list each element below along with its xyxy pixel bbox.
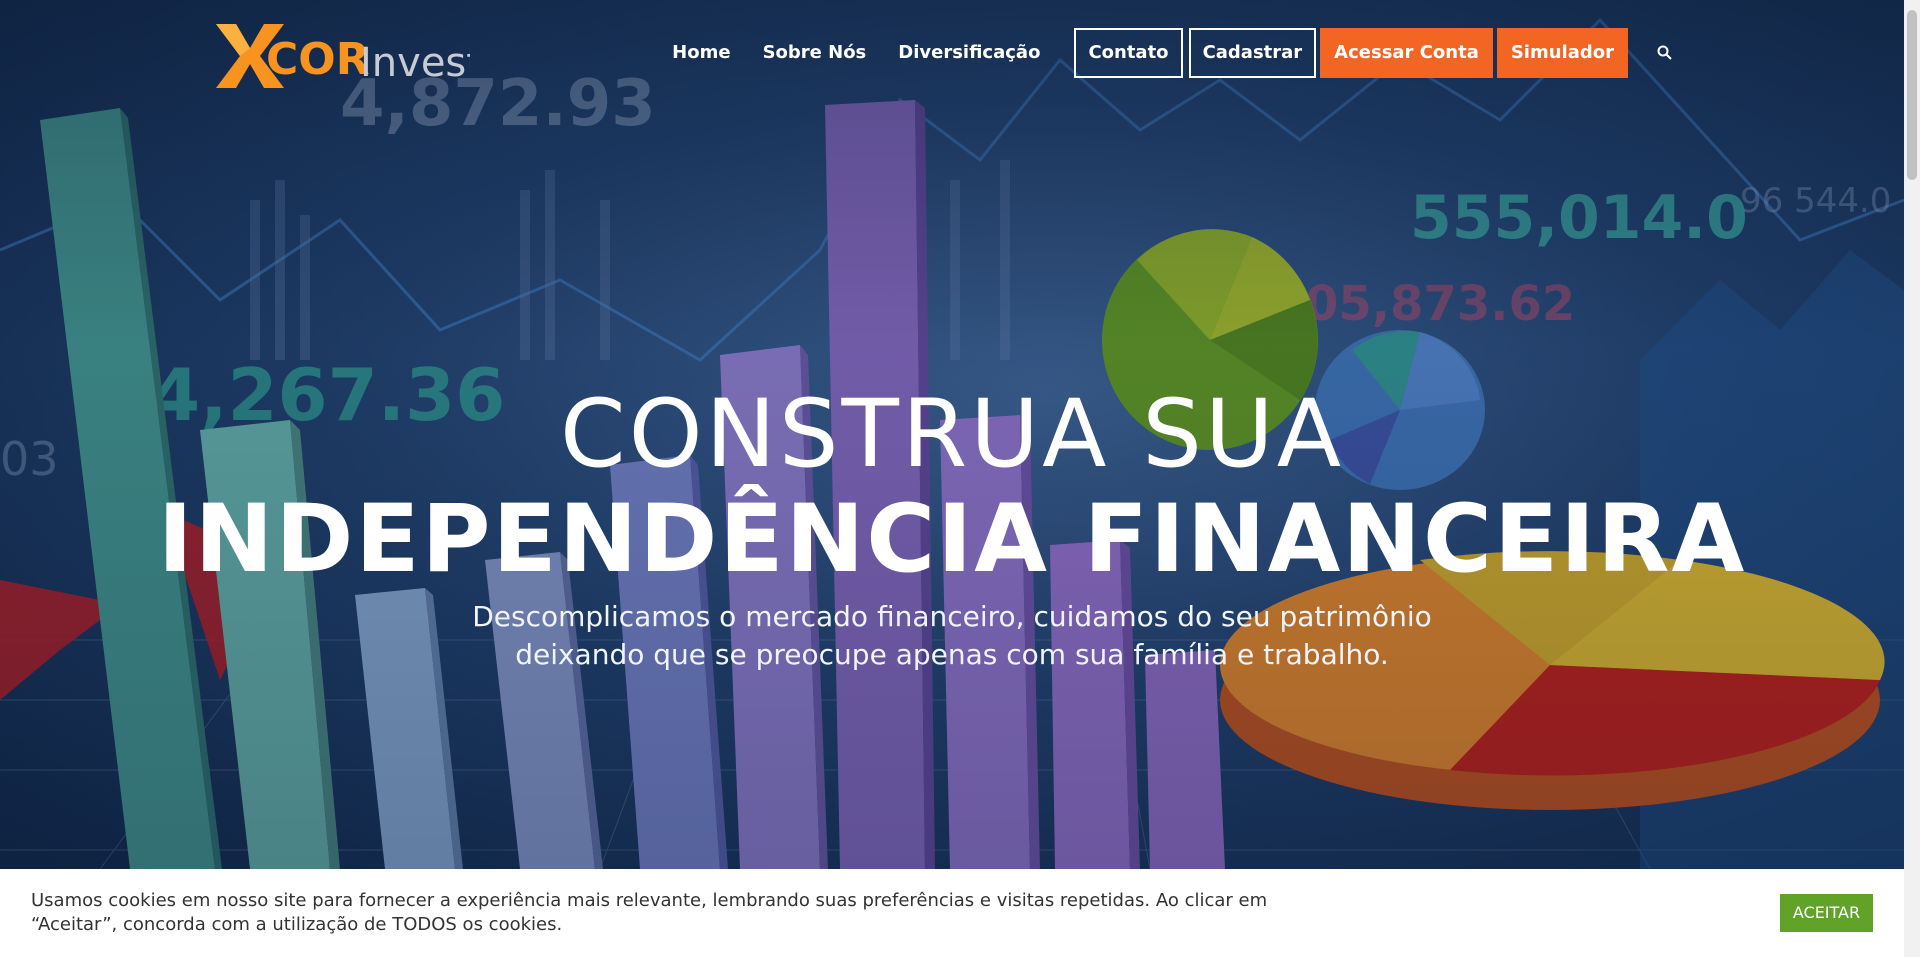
cookie-accept-button[interactable]: ACEITAR <box>1780 894 1873 932</box>
nav-sobre-nos[interactable]: Sobre Nós <box>747 28 883 78</box>
hero-title-line2: INDEPENDÊNCIA FINANCEIRA <box>157 485 1747 594</box>
cookie-consent-bar: Usamos cookies em nosso site para fornec… <box>0 869 1904 957</box>
nav-cadastrar-button[interactable]: Cadastrar <box>1188 28 1317 78</box>
page-scrollbar[interactable] <box>1904 0 1920 957</box>
hero-subtitle: Descomplicamos o mercado financeiro, cui… <box>0 598 1904 674</box>
logo-text-cor: COR <box>266 34 370 85</box>
search-icon-graphic <box>1657 45 1672 60</box>
main-navigation: Home Sobre Nós Diversificação Contato Ca… <box>656 28 1690 78</box>
hero-subtitle-line1: Descomplicamos o mercado financeiro, cui… <box>472 600 1432 633</box>
logo-graphic: COR Invest <box>216 24 482 88</box>
logo-text-invest: Invest <box>360 40 470 86</box>
search-icon[interactable] <box>1640 28 1690 78</box>
nav-acessar-conta-button[interactable]: Acessar Conta <box>1320 28 1493 78</box>
xcor-invest-logo[interactable]: COR Invest <box>210 18 482 90</box>
nav-diversificacao[interactable]: Diversificação <box>882 28 1056 78</box>
hero-subtitle-line2: deixando que se preocupe apenas com sua … <box>515 638 1389 671</box>
scrollbar-thumb[interactable] <box>1907 10 1917 180</box>
nav-simulador-button[interactable]: Simulador <box>1496 28 1628 78</box>
nav-home[interactable]: Home <box>656 28 746 78</box>
hero-title-line1: CONSTRUA SUA <box>559 380 1345 489</box>
cookie-message: Usamos cookies em nosso site para fornec… <box>31 890 1268 935</box>
nav-contato-button[interactable]: Contato <box>1074 28 1183 78</box>
